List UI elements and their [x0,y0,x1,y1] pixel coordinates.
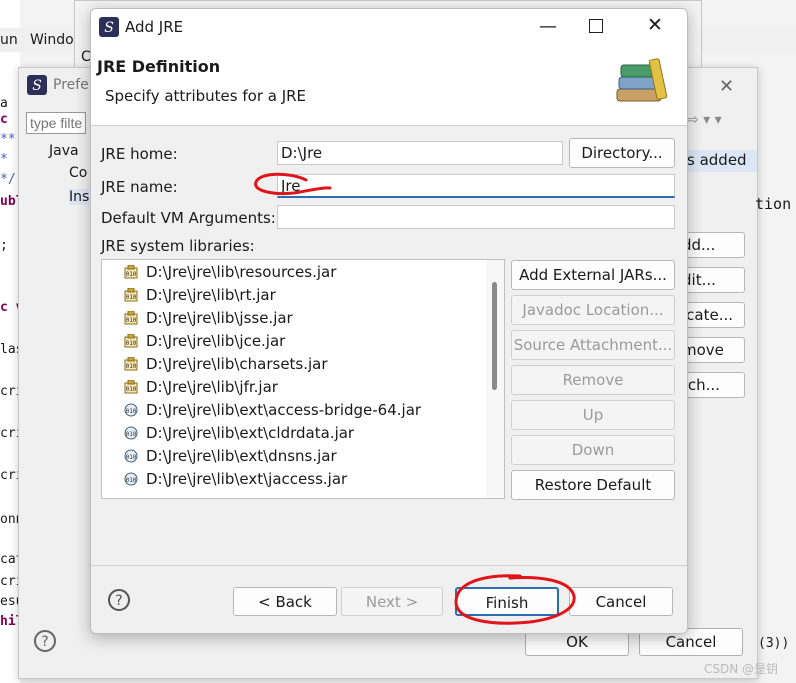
jar-icon: 010 [124,334,138,348]
preferences-filter-input[interactable] [26,112,86,134]
header-description: Specify attributes for a JRE [105,87,307,105]
library-path: D:\Jre\jre\lib\jsse.jar [146,309,293,327]
watermark: CSDN @是钥 [704,662,779,676]
code-line: */ [0,172,16,187]
library-path: D:\Jre\jre\lib\ext\jaccess.jar [146,470,348,488]
jre-home-label: JRE home: [101,145,178,163]
svg-text:010: 010 [126,317,137,324]
code-line: ** [0,132,16,147]
preferences-title: Prefer [53,77,95,93]
dialog-footer: ? < Back Next > Finish Cancel [91,565,687,633]
svg-text:?: ? [41,634,48,650]
svg-text:010: 010 [126,363,137,370]
up-button[interactable]: Up [511,400,675,430]
eclipse-logo-icon: S [99,17,119,37]
jre-name-input[interactable]: Jre [277,174,675,198]
jre-name-label: JRE name: [101,178,178,196]
dialog-titlebar: S Add JRE — ✕ [91,9,687,45]
svg-text:010: 010 [126,340,137,347]
jar-icon: 010 [124,380,138,394]
vm-args-input[interactable] [277,205,675,229]
source-attachment-button[interactable]: Source Attachment... [511,330,675,360]
code-line: (3)) [758,636,790,651]
library-path: D:\Jre\jre\lib\rt.jar [146,286,276,304]
maximize-icon[interactable] [589,19,603,33]
libraries-label: JRE system libraries: [101,237,255,255]
dialog-title: Add JRE [125,18,184,36]
jar-icon: 010 [124,449,138,463]
svg-text:?: ? [115,593,122,609]
tree-item-installed-jres[interactable]: Ins [69,189,90,205]
tree-item-compiler[interactable]: Co [69,165,87,181]
edit-jre-button[interactable]: dit... [681,267,745,293]
library-path: D:\Jre\jre\lib\ext\access-bridge-64.jar [146,401,422,419]
down-button[interactable]: Down [511,435,675,465]
nav-arrows-icon[interactable]: ⇨ ▾ ▾ [687,112,722,128]
header-title: JRE Definition [97,57,221,76]
eclipse-logo-icon: S [27,75,47,95]
add-external-jars-button[interactable]: Add External JARs... [511,260,675,290]
svg-text:S: S [32,78,42,94]
jre-home-input[interactable]: D:\Jre [277,141,563,165]
jar-icon: 010 [124,472,138,486]
code-line: c [0,112,8,127]
svg-text:S: S [104,20,114,36]
minimize-icon[interactable]: — [539,16,557,37]
remove-jre-button[interactable]: move [681,337,745,363]
menu-item-window[interactable]: Windo [30,32,74,48]
jar-icon: 010 [124,357,138,371]
jar-icon: 010 [124,426,138,440]
svg-text:010: 010 [126,477,137,484]
add-jre-button[interactable]: dd... [681,232,745,258]
jar-icon: 010 [124,265,138,279]
library-path: D:\Jre\jre\lib\resources.jar [146,263,337,281]
library-path: D:\Jre\jre\lib\jfr.jar [146,378,278,396]
add-jre-dialog: S Add JRE — ✕ JRE Definition Specify att… [90,8,688,634]
svg-text:010: 010 [126,294,137,301]
svg-text:010: 010 [126,431,137,438]
back-button[interactable]: < Back [233,587,337,616]
jar-icon: 010 [124,403,138,417]
libraries-list[interactable]: 010 D:\Jre\jre\lib\resources.jar 010 D:\Jre… [101,259,505,499]
info-text: s added [687,151,747,169]
menu-item-run[interactable]: un [0,32,18,48]
tree-item-java[interactable]: Java [49,143,79,159]
jar-icon: 010 [124,288,138,302]
close-icon[interactable]: ✕ [719,76,734,97]
code-line: ; [0,238,8,253]
vm-args-label: Default VM Arguments: [101,209,276,227]
dialog-header: JRE Definition Specify attributes for a … [91,45,687,126]
next-button[interactable]: Next > [341,587,443,616]
svg-text:010: 010 [126,454,137,461]
library-books-icon [616,58,668,102]
dialog-cancel-button[interactable]: Cancel [569,587,673,616]
help-icon[interactable]: ? [107,588,131,612]
remove-button[interactable]: Remove [511,365,675,395]
library-path: D:\Jre\jre\lib\jce.jar [146,332,286,350]
library-path: D:\Jre\jre\lib\ext\cldrdata.jar [146,424,355,442]
close-icon[interactable]: ✕ [647,14,663,36]
code-line: * [0,152,8,167]
library-path: D:\Jre\jre\lib\ext\dnsns.jar [146,447,337,465]
library-path: D:\Jre\jre\lib\charsets.jar [146,355,328,373]
scrollbar-thumb[interactable] [492,282,497,390]
directory-button[interactable]: Directory... [569,138,675,168]
info-text-2: tion [755,195,792,213]
svg-text:010: 010 [126,271,137,278]
libraries-scrollbar[interactable] [486,260,504,498]
duplicate-jre-button[interactable]: icate... [681,302,745,328]
javadoc-location-button[interactable]: Javadoc Location... [511,295,675,325]
jar-icon: 010 [124,311,138,325]
restore-default-button[interactable]: Restore Default [511,470,675,500]
svg-text:010: 010 [126,386,137,393]
help-icon[interactable]: ? [33,629,57,653]
finish-button[interactable]: Finish [455,587,559,616]
code-line: a [0,96,8,111]
search-jre-button[interactable]: rch... [681,372,745,398]
svg-text:010: 010 [126,408,137,415]
